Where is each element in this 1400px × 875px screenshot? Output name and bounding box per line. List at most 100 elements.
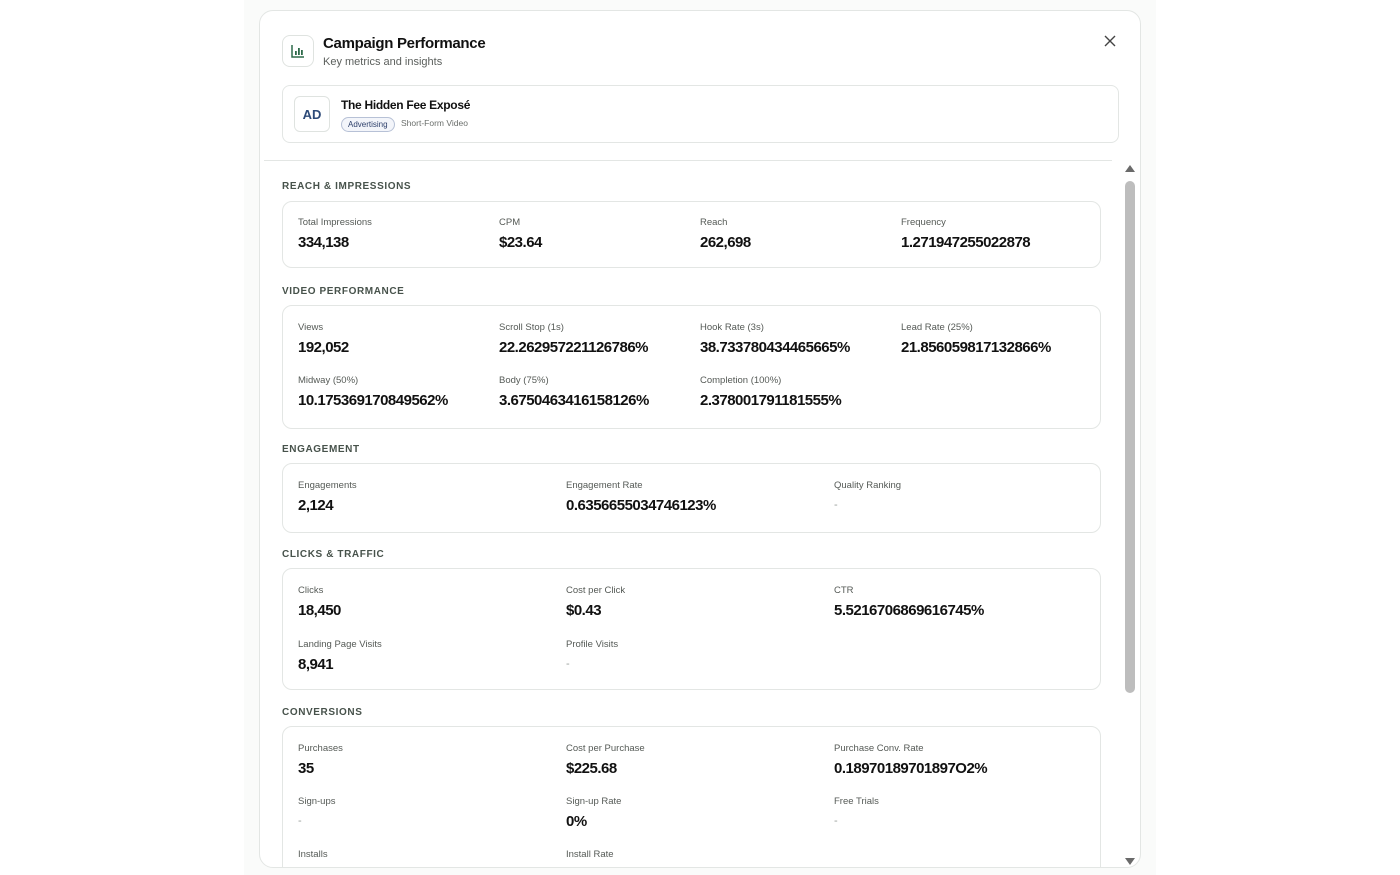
clicks-card: Clicks 18,450 Cost per Click $0.43 CTR 5… <box>282 568 1101 690</box>
ad-avatar: AD <box>294 96 330 132</box>
metric-label: Reach <box>700 217 728 228</box>
metric-label: Installs <box>298 849 328 860</box>
metric-profile-visits: Profile Visits - <box>566 639 618 670</box>
metric-value: - <box>834 499 838 511</box>
metric-scroll-stop: Scroll Stop (1s) 22.262957221126786% <box>499 322 649 356</box>
metric-label: Midway (50%) <box>298 375 359 386</box>
metric-body: Body (75%) 3.6750463416158126% <box>499 375 649 409</box>
metric-midway: Midway (50%) 10.175369170849562% <box>298 375 448 409</box>
metric-quality-ranking: Quality Ranking - <box>834 480 901 511</box>
vertical-scrollbar[interactable] <box>1124 161 1136 867</box>
metric-value: 22.262957221126786% <box>499 339 649 356</box>
metric-value: 2,124 <box>298 497 334 514</box>
metric-value: 334,138 <box>298 234 349 251</box>
ad-title: The Hidden Fee Exposé <box>341 98 471 112</box>
metric-label: CTR <box>834 585 854 596</box>
metric-label: Hook Rate (3s) <box>700 322 764 333</box>
campaign-performance-modal: Campaign Performance Key metrics and ins… <box>259 10 1141 868</box>
ad-summary-card: AD The Hidden Fee Exposé Advertising Sho… <box>282 85 1119 143</box>
metric-install-rate: Install Rate <box>566 849 614 860</box>
metric-label: Cost per Click <box>566 585 626 596</box>
metric-label: Completion (100%) <box>700 375 782 386</box>
metric-purchases: Purchases 35 <box>298 743 343 777</box>
metric-label: Body (75%) <box>499 375 549 386</box>
metric-sign-ups: Sign-ups - <box>298 796 336 827</box>
metric-landing-page-visits: Landing Page Visits 8,941 <box>298 639 382 673</box>
metric-value: 8,941 <box>298 656 334 673</box>
metric-label: Landing Page Visits <box>298 639 382 650</box>
conversions-card: Purchases 35 Cost per Purchase $225.68 P… <box>282 726 1101 867</box>
metric-cost-per-purchase: Cost per Purchase $225.68 <box>566 743 645 777</box>
ad-category-badge: Advertising <box>341 117 395 132</box>
metric-value: 38.733780434465665% <box>700 339 850 356</box>
metric-value: - <box>834 815 838 827</box>
video-card: Views 192,052 Scroll Stop (1s) 22.262957… <box>282 305 1101 429</box>
metric-label: Install Rate <box>566 849 614 860</box>
section-title-reach: REACH & IMPRESSIONS <box>282 181 412 192</box>
metric-label: Cost per Purchase <box>566 743 645 754</box>
metric-label: Total Impressions <box>298 217 372 228</box>
metric-label: Engagement Rate <box>566 480 643 491</box>
metric-value: 18,450 <box>298 602 341 619</box>
metric-value: $0.43 <box>566 602 602 619</box>
metric-cost-per-click: Cost per Click $0.43 <box>566 585 625 619</box>
metric-engagements: Engagements 2,124 <box>298 480 357 514</box>
metrics-scroll-area[interactable]: REACH & IMPRESSIONS Total Impressions 33… <box>260 161 1124 867</box>
ad-format-label: Short-Form Video <box>401 118 468 128</box>
metric-engagement-rate: Engagement Rate 0.6356655034746123% <box>566 480 716 514</box>
metric-value: 262,698 <box>700 234 751 251</box>
metric-value: 10.175369170849562% <box>298 392 448 409</box>
metric-free-trials: Free Trials - <box>834 796 879 827</box>
metric-sign-up-rate: Sign-up Rate 0% <box>566 796 621 830</box>
metric-label: Quality Ranking <box>834 480 902 491</box>
metric-frequency: Frequency 1.271947255022878 <box>901 217 1031 251</box>
metric-label: CPM <box>499 217 521 228</box>
metric-hook-rate: Hook Rate (3s) 38.733780434465665% <box>700 322 850 356</box>
metric-installs: Installs <box>298 849 328 860</box>
metric-label: Purchase Conv. Rate <box>834 743 924 754</box>
metric-total-impressions: Total Impressions 334,138 <box>298 217 372 251</box>
section-title-conversions: CONVERSIONS <box>282 707 363 718</box>
metric-label: Lead Rate (25%) <box>901 322 973 333</box>
section-title-video: VIDEO PERFORMANCE <box>282 286 405 297</box>
modal-subtitle: Key metrics and insights <box>323 56 443 68</box>
metric-value: 0.18970189701897O2% <box>834 760 988 777</box>
close-button[interactable] <box>1100 31 1120 51</box>
metric-label: Views <box>298 322 324 333</box>
metric-value: 3.6750463416158126% <box>499 392 649 409</box>
metric-views: Views 192,052 <box>298 322 349 356</box>
bar-chart-icon <box>282 35 314 67</box>
metric-label: Purchases <box>298 743 343 754</box>
section-title-engagement: ENGAGEMENT <box>282 444 360 455</box>
metric-lead-rate: Lead Rate (25%) 21.856059817132866% <box>901 322 1051 356</box>
metric-value: 2.378001791181555% <box>700 392 842 409</box>
metric-value: $225.68 <box>566 760 617 777</box>
metric-label: Scroll Stop (1s) <box>499 322 564 333</box>
metric-cpm: CPM $23.64 <box>499 217 542 251</box>
metric-label: Engagements <box>298 480 357 491</box>
metric-value: 5.5216706869616745% <box>834 602 984 619</box>
metric-label: Frequency <box>901 217 946 228</box>
metric-label: Free Trials <box>834 796 879 807</box>
section-title-clicks: CLICKS & TRAFFIC <box>282 549 385 560</box>
scroll-up-arrow-icon[interactable] <box>1125 165 1135 172</box>
metric-label: Clicks <box>298 585 324 596</box>
metric-value: 1.271947255022878 <box>901 234 1031 251</box>
reach-card: Total Impressions 334,138 CPM $23.64 Rea… <box>282 201 1101 268</box>
scroll-thumb[interactable] <box>1125 181 1135 693</box>
metric-value: - <box>298 815 302 827</box>
modal-title: Campaign Performance <box>323 35 486 52</box>
metric-value: $23.64 <box>499 234 542 251</box>
metric-label: Profile Visits <box>566 639 619 650</box>
metric-value: 0.6356655034746123% <box>566 497 716 514</box>
metric-value: 35 <box>298 760 314 777</box>
metric-reach: Reach 262,698 <box>700 217 751 251</box>
metric-value: 0% <box>566 813 587 830</box>
metric-label: Sign-up Rate <box>566 796 622 807</box>
metric-value: 21.856059817132866% <box>901 339 1051 356</box>
metric-value: - <box>566 658 570 670</box>
close-icon <box>1104 35 1116 47</box>
engagement-card: Engagements 2,124 Engagement Rate 0.6356… <box>282 463 1101 533</box>
metric-clicks: Clicks 18,450 <box>298 585 341 619</box>
scroll-down-arrow-icon[interactable] <box>1125 858 1135 865</box>
